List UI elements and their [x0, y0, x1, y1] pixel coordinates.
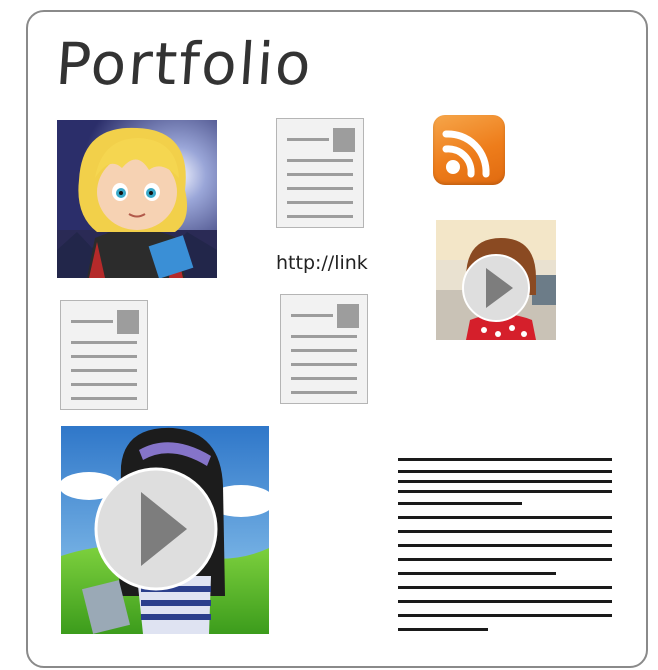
- text-block: [398, 458, 614, 636]
- rss-glyph: [442, 130, 490, 178]
- document-item-2[interactable]: [60, 300, 148, 410]
- video-thumbnail-small[interactable]: [436, 220, 556, 340]
- play-icon[interactable]: [93, 466, 219, 592]
- document-item-1[interactable]: [276, 118, 364, 228]
- document-icon: [333, 128, 355, 152]
- document-item-3[interactable]: [280, 294, 368, 404]
- rss-feed-icon[interactable]: [433, 115, 505, 185]
- avatar-illustration: [57, 120, 217, 278]
- document-icon: [117, 310, 139, 334]
- link-text[interactable]: http://link: [276, 252, 368, 274]
- document-icon: [337, 304, 359, 328]
- video-thumbnail-large[interactable]: [61, 426, 269, 634]
- play-icon[interactable]: [461, 253, 531, 323]
- avatar-image[interactable]: [57, 120, 217, 278]
- page-title: Portfolio: [53, 30, 315, 98]
